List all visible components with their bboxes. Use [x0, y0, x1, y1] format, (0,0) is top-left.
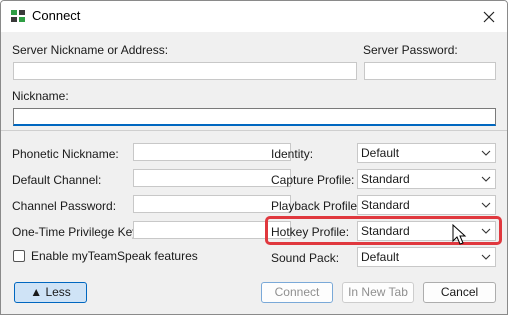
chevron-down-icon	[481, 202, 491, 208]
server-address-input[interactable]	[13, 62, 357, 80]
less-button-label: Less	[45, 285, 71, 299]
myteamspeak-checkbox-label[interactable]: Enable myTeamSpeak features	[31, 249, 198, 263]
close-icon	[483, 11, 495, 22]
identity-select[interactable]: Default	[357, 143, 496, 163]
chevron-down-icon	[481, 254, 491, 260]
channel-password-label: Channel Password:	[12, 199, 117, 213]
sound-pack-select[interactable]: Default	[357, 247, 496, 267]
server-password-input[interactable]	[364, 62, 496, 80]
capture-profile-select[interactable]: Standard	[357, 169, 496, 189]
myteamspeak-checkbox[interactable]	[13, 250, 25, 262]
chevron-down-icon	[481, 176, 491, 182]
less-button[interactable]: ▲ Less	[14, 282, 87, 303]
server-label: Server Nickname or Address:	[12, 43, 169, 57]
title-bar: Connect	[1, 1, 507, 32]
playback-profile-label: Playback Profile:	[271, 199, 361, 213]
phonetic-nickname-label: Phonetic Nickname:	[12, 147, 119, 161]
close-button[interactable]	[471, 1, 507, 32]
nickname-input[interactable]	[13, 108, 496, 126]
channel-password-input[interactable]	[133, 195, 291, 213]
sound-pack-value: Default	[361, 250, 400, 264]
capture-profile-label: Capture Profile:	[271, 173, 355, 187]
connect-button[interactable]: Connect	[261, 282, 333, 303]
teamspeak-app-icon	[10, 9, 26, 23]
triangle-up-icon: ▲	[30, 285, 43, 299]
default-channel-input[interactable]	[133, 169, 291, 187]
connect-dialog: Connect Server Nickname or Address: Serv…	[0, 0, 508, 315]
default-channel-label: Default Channel:	[12, 173, 102, 187]
in-new-tab-button[interactable]: In New Tab	[342, 282, 414, 303]
phonetic-nickname-input[interactable]	[133, 143, 291, 161]
chevron-down-icon	[481, 150, 491, 156]
section-divider	[1, 130, 507, 131]
nickname-label: Nickname:	[12, 89, 69, 103]
window-title: Connect	[32, 8, 81, 23]
server-password-label: Server Password:	[363, 43, 458, 57]
mouse-cursor-icon	[452, 224, 467, 245]
identity-label: Identity:	[271, 147, 314, 161]
privilege-key-label: One-Time Privilege Key:	[12, 225, 142, 239]
playback-profile-select[interactable]: Standard	[357, 195, 496, 215]
identity-value: Default	[361, 146, 400, 160]
playback-profile-value: Standard	[361, 198, 410, 212]
sound-pack-label: Sound Pack:	[271, 251, 340, 265]
capture-profile-value: Standard	[361, 172, 410, 186]
cancel-button[interactable]: Cancel	[423, 282, 496, 303]
